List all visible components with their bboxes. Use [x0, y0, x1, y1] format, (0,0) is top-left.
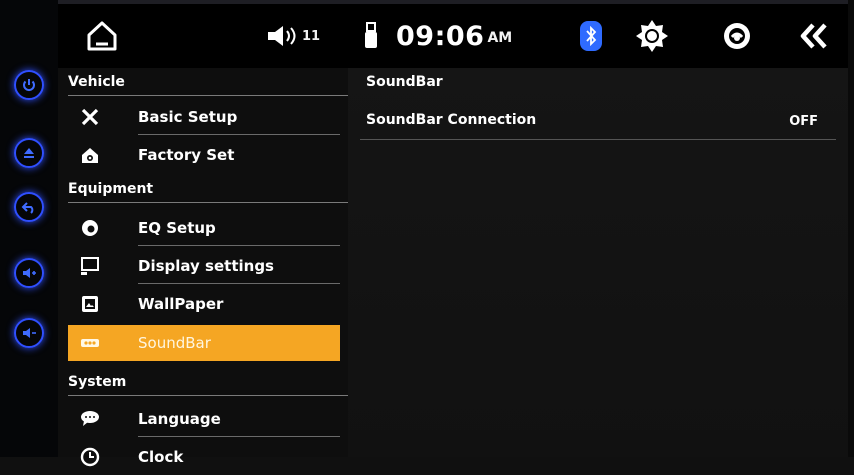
clock-icon	[80, 447, 100, 467]
bluetooth-icon	[580, 21, 602, 51]
home-icon	[87, 21, 117, 51]
eject-icon	[24, 148, 34, 158]
bluetooth-status[interactable]	[580, 4, 602, 68]
eject-button[interactable]	[14, 138, 44, 168]
clock-time: 09:06	[396, 20, 485, 52]
menu-item-wallpaper[interactable]: WallPaper	[68, 286, 340, 322]
volume-level: 11	[302, 28, 321, 44]
status-bar: 11 09:06 AM	[58, 0, 854, 68]
double-chevron-left-icon	[800, 23, 827, 49]
brightness-button[interactable]	[634, 4, 670, 68]
menu-item-label: EQ Setup	[138, 219, 216, 237]
speaker-icon	[268, 26, 296, 46]
menu-item-label: Clock	[138, 448, 184, 466]
menu-item-label: Language	[138, 410, 221, 428]
back-icon	[21, 202, 34, 214]
section-vehicle: Vehicle	[68, 68, 348, 96]
soundbar-icon	[81, 339, 99, 347]
clock-display[interactable]: 09:06 AM	[396, 4, 512, 68]
volume-up-icon	[23, 268, 36, 278]
menu-item-eq-setup[interactable]: EQ Setup	[68, 210, 340, 246]
screen-edge	[848, 0, 854, 457]
tools-icon	[81, 108, 99, 126]
usb-status	[364, 4, 378, 68]
volume-down-icon	[23, 328, 36, 338]
panel-title: SoundBar	[366, 74, 443, 90]
speech-bubble-icon	[81, 411, 99, 426]
soundbar-settings-panel: SoundBar SoundBar Connection OFF	[348, 68, 854, 457]
monitor-icon	[81, 257, 99, 275]
usb-icon	[365, 22, 377, 48]
home-button[interactable]	[84, 4, 120, 68]
section-system: System	[68, 368, 348, 396]
hardware-button-strip	[0, 0, 58, 457]
menu-item-label: Basic Setup	[138, 108, 238, 126]
soundbar-connection-value[interactable]: OFF	[789, 114, 818, 129]
eq-dial-icon	[82, 220, 98, 236]
menu-item-language[interactable]: Language	[68, 401, 340, 437]
factory-house-icon	[82, 148, 98, 163]
menu-item-factory-set[interactable]: Factory Set	[68, 137, 340, 173]
menu-item-clock[interactable]: Clock	[68, 439, 340, 475]
settings-menu: Vehicle Basic Setup Factory Set Equipmen…	[58, 68, 348, 467]
menu-item-display-settings[interactable]: Display settings	[68, 248, 340, 284]
brightness-icon	[636, 20, 668, 52]
power-button[interactable]	[14, 70, 44, 100]
menu-item-label: SoundBar	[138, 334, 211, 352]
back-button[interactable]	[14, 192, 44, 222]
menu-item-label: WallPaper	[138, 295, 224, 313]
soundbar-connection-row[interactable]: SoundBar Connection OFF	[360, 104, 836, 140]
volume-indicator[interactable]: 11	[266, 4, 320, 68]
menu-item-basic-setup[interactable]: Basic Setup	[68, 99, 340, 135]
steering-wheel-icon	[724, 23, 750, 49]
section-equipment: Equipment	[68, 175, 348, 203]
menu-item-label: Display settings	[138, 257, 274, 275]
menu-item-label: Factory Set	[138, 146, 235, 164]
collapse-button[interactable]	[798, 4, 830, 68]
volume-down-button[interactable]	[14, 318, 44, 348]
steering-wheel-button[interactable]	[722, 4, 752, 68]
menu-item-soundbar[interactable]: SoundBar	[68, 325, 340, 361]
soundbar-connection-label: SoundBar Connection	[366, 112, 537, 128]
wallpaper-icon	[82, 296, 98, 312]
clock-ampm: AM	[487, 30, 513, 46]
power-icon	[23, 79, 35, 91]
volume-up-button[interactable]	[14, 258, 44, 288]
